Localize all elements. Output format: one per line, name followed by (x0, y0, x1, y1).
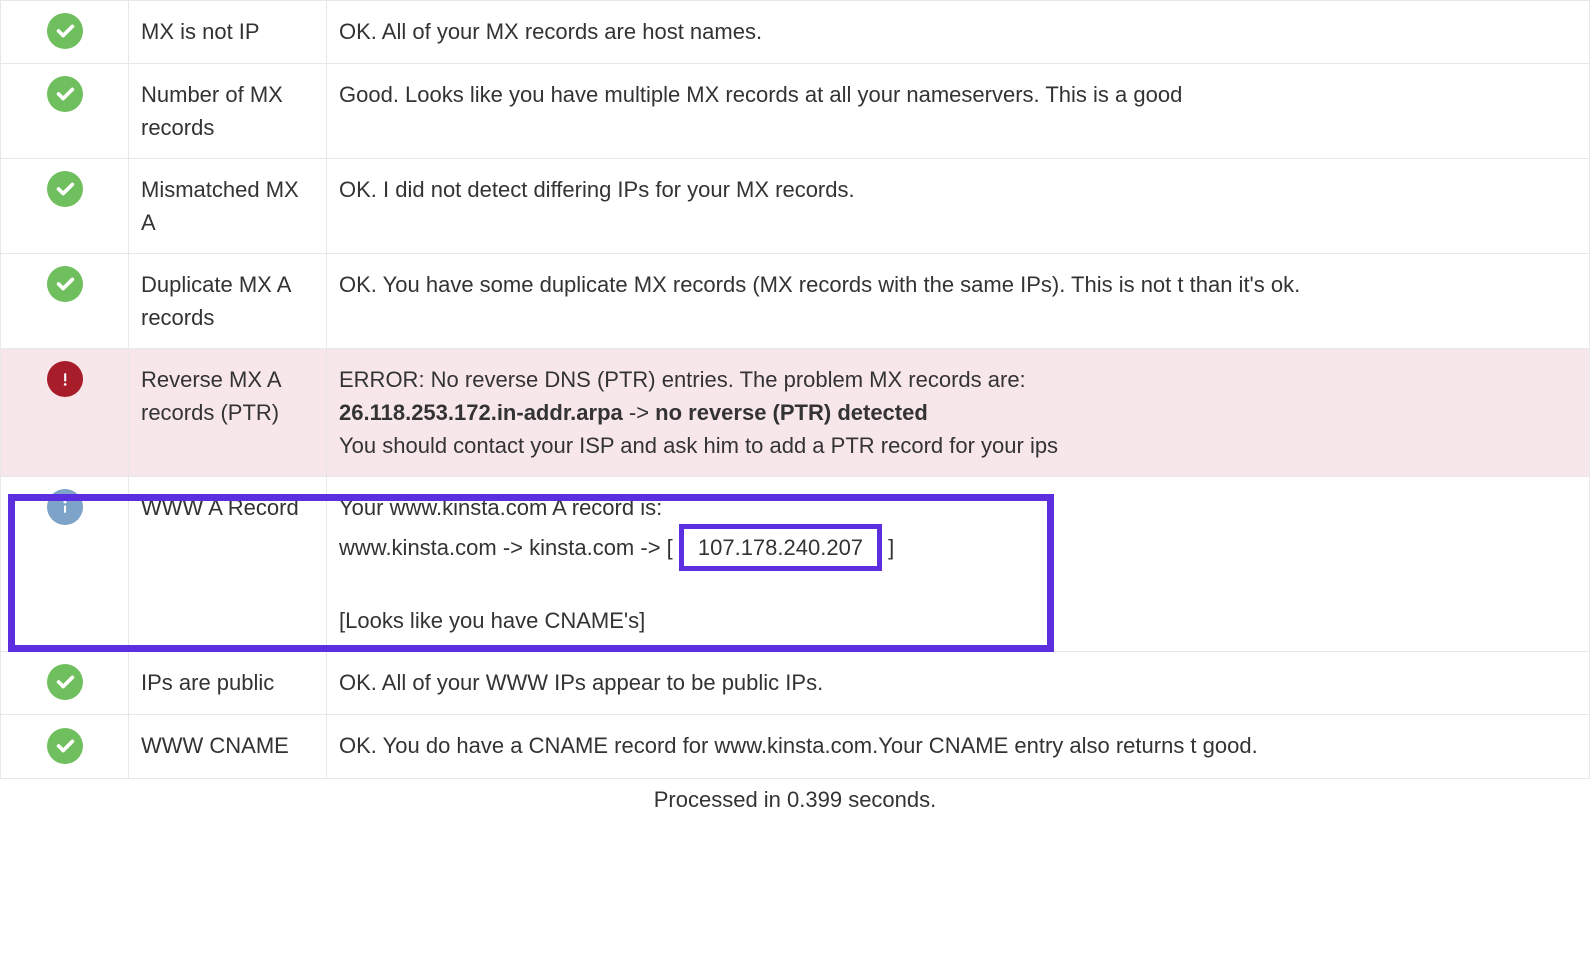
table-row: IPs are public OK. All of your WWW IPs a… (1, 652, 1590, 715)
error-icon (47, 361, 83, 397)
table-row-info: WWW A Record Your www.kinsta.com A recor… (1, 477, 1590, 652)
check-label: MX is not IP (129, 1, 327, 64)
www-a-chain-pre: www.kinsta.com -> kinsta.com -> [ (339, 535, 679, 560)
arrow-text: -> (623, 400, 655, 425)
check-icon (47, 13, 83, 49)
www-a-chain-post: ] (882, 535, 894, 560)
check-description: Your www.kinsta.com A record is: www.kin… (327, 477, 1590, 652)
info-icon (47, 489, 83, 525)
error-advice: You should contact your ISP and ask him … (339, 433, 1058, 458)
ptr-address: 26.118.253.172.in-addr.arpa (339, 400, 623, 425)
status-cell (1, 1, 129, 64)
check-label: IPs are public (129, 652, 327, 715)
www-a-cname-note: [Looks like you have CNAME's] (339, 608, 645, 633)
check-description: ERROR: No reverse DNS (PTR) entries. The… (327, 349, 1590, 477)
status-cell (1, 715, 129, 778)
table-row: Number of MX records Good. Looks like yo… (1, 64, 1590, 159)
dns-report-table-wrapper: MX is not IP OK. All of your MX records … (0, 0, 1590, 779)
check-icon (47, 171, 83, 207)
status-cell (1, 254, 129, 349)
status-cell (1, 349, 129, 477)
dns-report-table: MX is not IP OK. All of your MX records … (0, 0, 1590, 779)
check-description: Good. Looks like you have multiple MX re… (327, 64, 1590, 159)
check-description: OK. You do have a CNAME record for www.k… (327, 715, 1590, 778)
status-cell (1, 64, 129, 159)
check-icon (47, 266, 83, 302)
table-row-error: Reverse MX A records (PTR) ERROR: No rev… (1, 349, 1590, 477)
check-icon (47, 76, 83, 112)
check-label: WWW A Record (129, 477, 327, 652)
error-intro: ERROR: No reverse DNS (PTR) entries. The… (339, 367, 1026, 392)
check-description: OK. You have some duplicate MX records (… (327, 254, 1590, 349)
check-description: OK. All of your WWW IPs appear to be pub… (327, 652, 1590, 715)
check-label: Number of MX records (129, 64, 327, 159)
status-cell (1, 159, 129, 254)
www-a-line1: Your www.kinsta.com A record is: (339, 495, 662, 520)
ip-address-highlight: 107.178.240.207 (679, 524, 882, 571)
check-label: Mismatched MX A (129, 159, 327, 254)
table-row: Duplicate MX A records OK. You have some… (1, 254, 1590, 349)
status-cell (1, 477, 129, 652)
check-icon (47, 664, 83, 700)
table-row: WWW CNAME OK. You do have a CNAME record… (1, 715, 1590, 778)
status-cell (1, 652, 129, 715)
check-description: OK. I did not detect differing IPs for y… (327, 159, 1590, 254)
table-row: Mismatched MX A OK. I did not detect dif… (1, 159, 1590, 254)
check-label: Duplicate MX A records (129, 254, 327, 349)
processing-time-footer: Processed in 0.399 seconds. (0, 779, 1590, 813)
check-icon (47, 728, 83, 764)
check-description: OK. All of your MX records are host name… (327, 1, 1590, 64)
table-row: MX is not IP OK. All of your MX records … (1, 1, 1590, 64)
ptr-result: no reverse (PTR) detected (655, 400, 928, 425)
check-label: Reverse MX A records (PTR) (129, 349, 327, 477)
check-label: WWW CNAME (129, 715, 327, 778)
